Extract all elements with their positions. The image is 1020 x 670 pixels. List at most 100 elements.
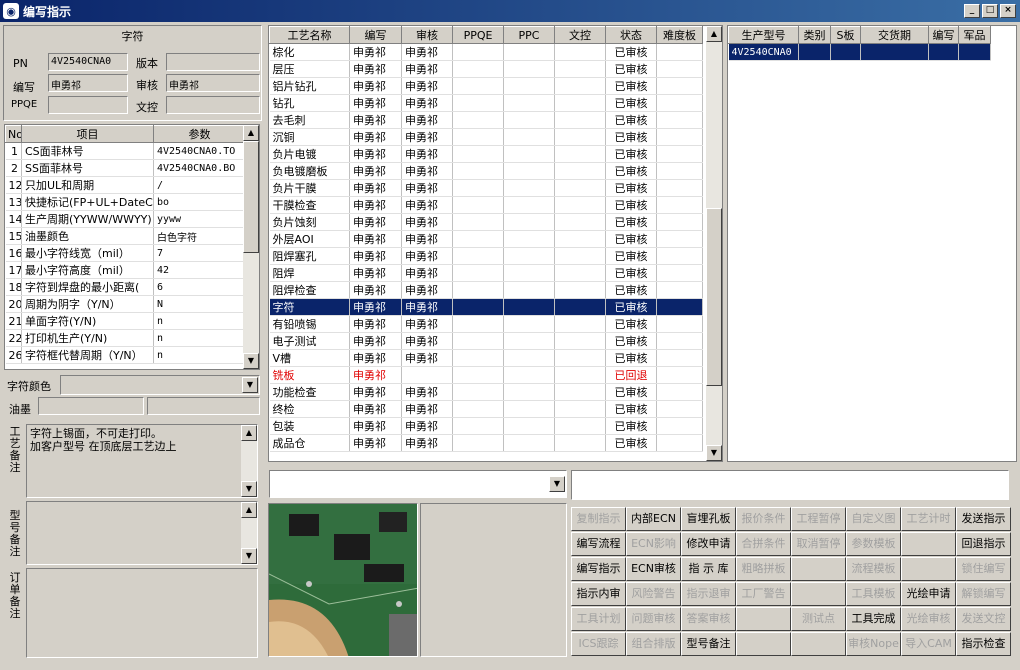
process-cell[interactable]: 已审核 <box>605 162 657 180</box>
process-cell[interactable] <box>503 400 555 418</box>
action-button[interactable]: 工具完成 <box>846 607 901 631</box>
param-value[interactable]: n <box>153 346 246 364</box>
action-button[interactable]: 自定义图 <box>846 507 901 531</box>
process-cell[interactable]: 申勇祁 <box>401 77 453 95</box>
process-cell[interactable] <box>503 298 555 316</box>
process-cell[interactable] <box>656 298 703 316</box>
process-cell[interactable] <box>503 43 555 61</box>
process-cell[interactable]: 棕化 <box>269 43 350 61</box>
param-no[interactable]: 15 <box>5 227 22 245</box>
process-row[interactable]: 棕化 申勇祁 申勇祁 已审核 <box>269 43 703 61</box>
blank-button[interactable] <box>901 532 956 556</box>
param-no[interactable]: 13 <box>5 193 22 211</box>
process-cell[interactable] <box>503 264 555 282</box>
product-header-3[interactable]: 交货期 <box>860 26 929 44</box>
order-note-memo[interactable] <box>26 568 258 658</box>
process-cell[interactable] <box>452 77 504 95</box>
process-cell[interactable] <box>554 332 606 350</box>
process-cell[interactable]: 阻焊检查 <box>269 281 350 299</box>
process-cell[interactable] <box>503 281 555 299</box>
process-cell[interactable] <box>554 111 606 129</box>
param-value[interactable]: 白色字符 <box>153 227 246 245</box>
process-cell[interactable] <box>554 145 606 163</box>
process-cell[interactable] <box>503 60 555 78</box>
process-cell[interactable] <box>503 315 555 333</box>
param-value[interactable]: n <box>153 329 246 347</box>
doc-control-field[interactable] <box>166 96 260 114</box>
process-row[interactable]: 干膜检查 申勇祁 申勇祁 已审核 <box>269 196 703 214</box>
process-cell[interactable] <box>452 230 504 248</box>
action-button[interactable]: 发送文控 <box>956 607 1011 631</box>
process-cell[interactable] <box>656 315 703 333</box>
action-button[interactable]: 指示检查 <box>956 632 1011 656</box>
process-cell[interactable] <box>554 315 606 333</box>
process-cell[interactable] <box>656 349 703 367</box>
param-row[interactable]: 17 最小字符高度（mil） 42 <box>5 261 246 279</box>
process-cell[interactable] <box>656 281 703 299</box>
param-no[interactable]: 14 <box>5 210 22 228</box>
process-cell[interactable] <box>452 349 504 367</box>
command-input[interactable] <box>571 470 1009 500</box>
process-cell[interactable] <box>452 383 504 401</box>
process-cell[interactable] <box>452 60 504 78</box>
process-cell[interactable] <box>554 366 606 384</box>
process-cell[interactable] <box>656 145 703 163</box>
process-cell[interactable] <box>452 315 504 333</box>
process-cell[interactable]: 申勇祁 <box>349 111 402 129</box>
param-row[interactable]: 16 最小字符线宽（mil） 7 <box>5 244 246 262</box>
process-cell[interactable]: 申勇祁 <box>401 60 453 78</box>
process-cell[interactable]: 已审核 <box>605 43 657 61</box>
param-scrollbar[interactable]: ▲ ▼ <box>243 125 259 369</box>
process-cell[interactable]: V槽 <box>269 349 350 367</box>
process-row[interactable]: 阻焊 申勇祁 申勇祁 已审核 <box>269 264 703 282</box>
process-cell[interactable] <box>554 434 606 452</box>
minimize-button[interactable]: _ <box>964 4 980 18</box>
process-cell[interactable]: 负片电镀 <box>269 145 350 163</box>
process-cell[interactable] <box>452 111 504 129</box>
process-header-1[interactable]: 编写 <box>349 26 402 44</box>
process-cell[interactable] <box>554 281 606 299</box>
process-cell[interactable]: 终检 <box>269 400 350 418</box>
process-header-2[interactable]: 审核 <box>401 26 453 44</box>
process-cell[interactable] <box>503 230 555 248</box>
process-row[interactable]: 负片蚀刻 申勇祁 申勇祁 已审核 <box>269 213 703 231</box>
process-cell[interactable]: 申勇祁 <box>401 145 453 163</box>
process-cell[interactable] <box>656 434 703 452</box>
param-no[interactable]: 16 <box>5 244 22 262</box>
ink-field-2[interactable] <box>147 397 260 415</box>
process-cell[interactable]: 申勇祁 <box>349 213 402 231</box>
scroll-down-icon[interactable]: ▼ <box>243 353 259 369</box>
process-cell[interactable] <box>452 298 504 316</box>
param-no[interactable]: 26 <box>5 346 22 364</box>
action-button[interactable]: 解锁编写 <box>956 582 1011 606</box>
process-row[interactable]: 外层AOI 申勇祁 申勇祁 已审核 <box>269 230 703 248</box>
process-cell[interactable] <box>503 94 555 112</box>
action-button[interactable]: 粗略拼板 <box>736 557 791 581</box>
param-item[interactable]: 单面字符(Y/N) <box>21 312 154 330</box>
param-row[interactable]: 15 油墨颜色 白色字符 <box>5 227 246 245</box>
process-row[interactable]: 终检 申勇祁 申勇祁 已审核 <box>269 400 703 418</box>
model-note-memo[interactable]: ▲ ▼ <box>26 501 258 565</box>
process-cell[interactable] <box>656 230 703 248</box>
process-cell[interactable] <box>503 383 555 401</box>
product-header-4[interactable]: 编写 <box>928 26 959 44</box>
process-cell[interactable]: 铣板 <box>269 366 350 384</box>
process-cell[interactable]: 成品仓 <box>269 434 350 452</box>
process-cell[interactable] <box>452 94 504 112</box>
action-button[interactable]: 复制指示 <box>571 507 626 531</box>
action-button[interactable]: 型号备注 <box>681 632 736 656</box>
process-cell[interactable]: 申勇祁 <box>349 43 402 61</box>
process-row[interactable]: 层压 申勇祁 申勇祁 已审核 <box>269 60 703 78</box>
blank-button[interactable] <box>791 582 846 606</box>
process-cell[interactable]: 申勇祁 <box>349 128 402 146</box>
blank-button[interactable] <box>736 607 791 631</box>
process-cell[interactable] <box>503 162 555 180</box>
process-cell[interactable] <box>554 417 606 435</box>
process-cell[interactable]: 申勇祁 <box>401 349 453 367</box>
param-no[interactable]: 17 <box>5 261 22 279</box>
process-cell[interactable]: 已审核 <box>605 434 657 452</box>
char-color-select[interactable]: ▼ <box>60 375 260 395</box>
param-header-no[interactable]: No <box>5 125 22 143</box>
process-cell[interactable] <box>452 247 504 265</box>
process-cell[interactable] <box>503 111 555 129</box>
